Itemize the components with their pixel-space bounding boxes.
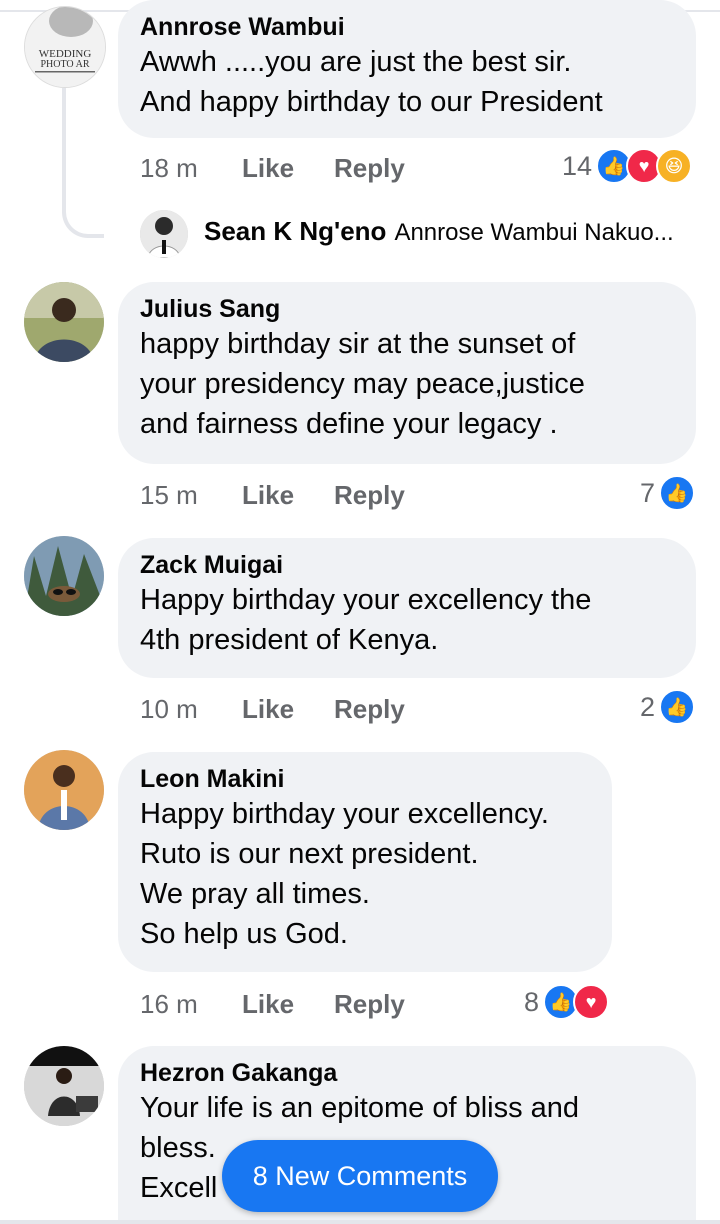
like-button[interactable]: Like	[242, 480, 294, 511]
reply-button[interactable]: Reply	[334, 989, 405, 1020]
love-icon: ♥	[573, 984, 610, 1020]
comment-line: And happy birthday to our President	[140, 86, 603, 118]
reaction-count: 2	[640, 691, 656, 722]
comment-time[interactable]: 15 m	[140, 480, 242, 511]
comment-actions: 16 m Like Reply	[140, 986, 445, 1022]
reaction-summary[interactable]: 8 👍 ♥	[524, 982, 610, 1022]
new-comments-button[interactable]: 8 New Comments	[222, 1140, 498, 1212]
comment-actions: 10 m Like Reply	[140, 691, 445, 727]
comment-actions: 18 m Like Reply	[140, 150, 445, 186]
comment-line: your presidency may peace,justice	[140, 368, 585, 400]
avatar-image	[24, 282, 104, 362]
haha-icon: 😆	[656, 148, 693, 184]
reply-preview-text: Annrose Wambui Nakuo...	[394, 219, 674, 246]
avatar[interactable]	[24, 282, 104, 362]
comment-bubble[interactable]: Annrose Wambui Awwh .....you are just th…	[118, 0, 696, 138]
comment-bubble[interactable]: Zack Muigai Happy birthday your excellen…	[118, 538, 696, 678]
comment-line: Your life is an epitome of bliss and	[140, 1092, 580, 1124]
avatar[interactable]	[24, 536, 104, 616]
reaction-count: 14	[562, 150, 593, 181]
avatar[interactable]: WEDDING PHOTO AR	[24, 6, 106, 88]
reply-preview[interactable]: Sean K Ng'eno Annrose Wambui Nakuo...	[204, 216, 674, 247]
comment-line: Ruto is our next president.	[140, 838, 479, 870]
avatar[interactable]	[140, 210, 188, 258]
like-button[interactable]: Like	[242, 694, 294, 725]
reaction-count: 7	[640, 477, 656, 508]
comment-bubble[interactable]: Julius Sang happy birthday sir at the su…	[118, 282, 696, 464]
commenter-name[interactable]: Annrose Wambui	[140, 12, 674, 42]
avatar[interactable]	[24, 750, 104, 830]
reaction-count: 8	[524, 986, 540, 1017]
commenter-name[interactable]: Hezron Gakanga	[140, 1058, 674, 1088]
avatar-image	[24, 750, 104, 830]
svg-text:PHOTO AR: PHOTO AR	[41, 59, 90, 70]
commenter-name[interactable]: Julius Sang	[140, 294, 674, 324]
avatar-image	[24, 536, 104, 616]
comment-line: Happy birthday your excellency.	[140, 798, 549, 830]
comment-line: happy birthday sir at the sunset of	[140, 328, 576, 360]
commenter-name[interactable]: Zack Muigai	[140, 550, 674, 580]
comment-line: Awwh .....you are just the best sir.	[140, 46, 572, 78]
reply-author-name[interactable]: Sean K Ng'eno	[204, 216, 386, 246]
like-icon: 👍	[659, 689, 696, 725]
bottom-divider	[0, 1220, 720, 1224]
reaction-summary[interactable]: 14 👍 ♥ 😆	[562, 146, 693, 186]
comment-time[interactable]: 16 m	[140, 989, 242, 1020]
reaction-summary[interactable]: 7 👍	[640, 473, 696, 513]
comment-line: 4th president of Kenya.	[140, 624, 439, 656]
comment-time[interactable]: 10 m	[140, 694, 242, 725]
avatar-image	[140, 210, 188, 258]
reaction-summary[interactable]: 2 👍	[640, 687, 696, 727]
like-button[interactable]: Like	[242, 989, 294, 1020]
reply-thread-line	[62, 88, 104, 238]
comment-line: We pray all times.	[140, 878, 370, 910]
comment-actions: 15 m Like Reply	[140, 477, 445, 513]
like-icon: 👍	[659, 475, 696, 511]
comment-line: So help us God.	[140, 918, 348, 950]
commenter-name[interactable]: Leon Makini	[140, 764, 590, 794]
like-button[interactable]: Like	[242, 153, 294, 184]
avatar[interactable]	[24, 1046, 104, 1126]
reply-button[interactable]: Reply	[334, 694, 405, 725]
comment-line: Happy birthday your excellency the	[140, 584, 592, 616]
comment-line: and fairness define your legacy .	[140, 408, 558, 440]
reply-button[interactable]: Reply	[334, 153, 405, 184]
avatar-image: WEDDING PHOTO AR	[25, 7, 105, 87]
avatar-image	[24, 1046, 104, 1126]
comment-time[interactable]: 18 m	[140, 153, 242, 184]
comment-bubble[interactable]: Leon Makini Happy birthday your excellen…	[118, 752, 612, 972]
reply-button[interactable]: Reply	[334, 480, 405, 511]
